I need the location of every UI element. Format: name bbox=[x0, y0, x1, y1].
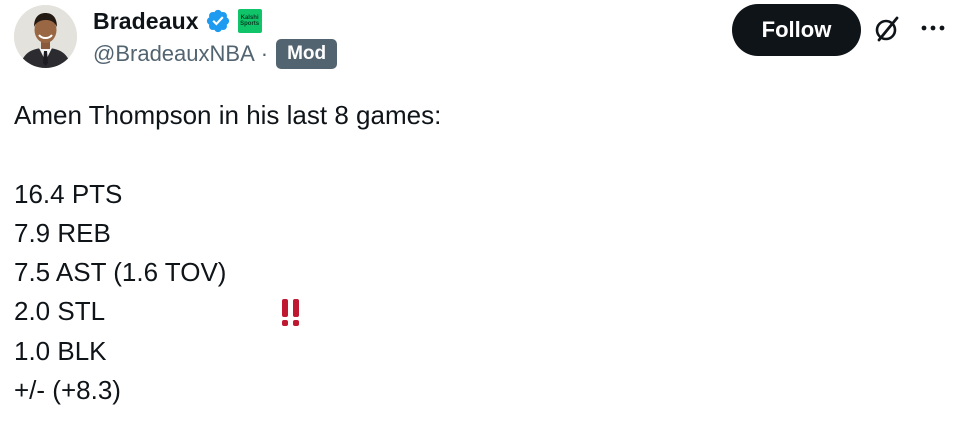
tweet-line: 7.5 AST (1.6 TOV) bbox=[14, 253, 441, 327]
mod-badge: Mod bbox=[276, 39, 338, 69]
user-handle[interactable]: @BradeauxNBA bbox=[93, 41, 255, 67]
display-name[interactable]: Bradeaux bbox=[93, 8, 199, 35]
tweet-text: Amen Thompson in his last 8 games: 16.4 … bbox=[14, 96, 441, 410]
tweet-line: Amen Thompson in his last 8 games: bbox=[14, 96, 441, 135]
tweet-line: 1.0 BLK bbox=[14, 332, 441, 371]
tweet-line: 7.9 REB bbox=[14, 214, 441, 253]
separator-dot: · bbox=[260, 41, 269, 66]
tweet-line: 2.0 STL bbox=[14, 292, 441, 331]
tweet-line: 16.4 PTS bbox=[14, 175, 441, 214]
grok-icon[interactable] bbox=[872, 14, 902, 44]
affiliate-badge-text-2: Sports bbox=[240, 21, 260, 27]
handle-row: @BradeauxNBA · Mod bbox=[93, 38, 338, 70]
tweet-line-text: 2.0 STL bbox=[14, 296, 106, 327]
more-icon[interactable] bbox=[918, 18, 948, 38]
tweet-line: +/- (+8.3) bbox=[14, 371, 441, 410]
tweet-line-text: Amen Thompson in his last 8 games: bbox=[14, 100, 442, 130]
avatar-image bbox=[14, 5, 77, 68]
tweet-line-text: 7.5 AST (1.6 TOV) bbox=[14, 257, 227, 288]
tweet-line-text: 7.9 REB bbox=[14, 217, 111, 248]
tweet-line-text: +/- (+8.3) bbox=[14, 375, 121, 406]
verified-badge-icon[interactable] bbox=[205, 8, 231, 34]
tweet-line-text: 16.4 PTS bbox=[14, 178, 123, 209]
follow-button[interactable]: Follow bbox=[732, 4, 861, 56]
tweet-header: Bradeaux Kalshi Sports @BradeauxNBA · Mo… bbox=[0, 0, 960, 80]
tweet-line-text: 1.0 BLK bbox=[14, 335, 107, 366]
avatar[interactable] bbox=[14, 5, 77, 68]
double-exclamation-icon bbox=[234, 257, 299, 327]
affiliate-badge-icon[interactable]: Kalshi Sports bbox=[237, 9, 262, 33]
name-row: Bradeaux Kalshi Sports bbox=[93, 4, 262, 38]
